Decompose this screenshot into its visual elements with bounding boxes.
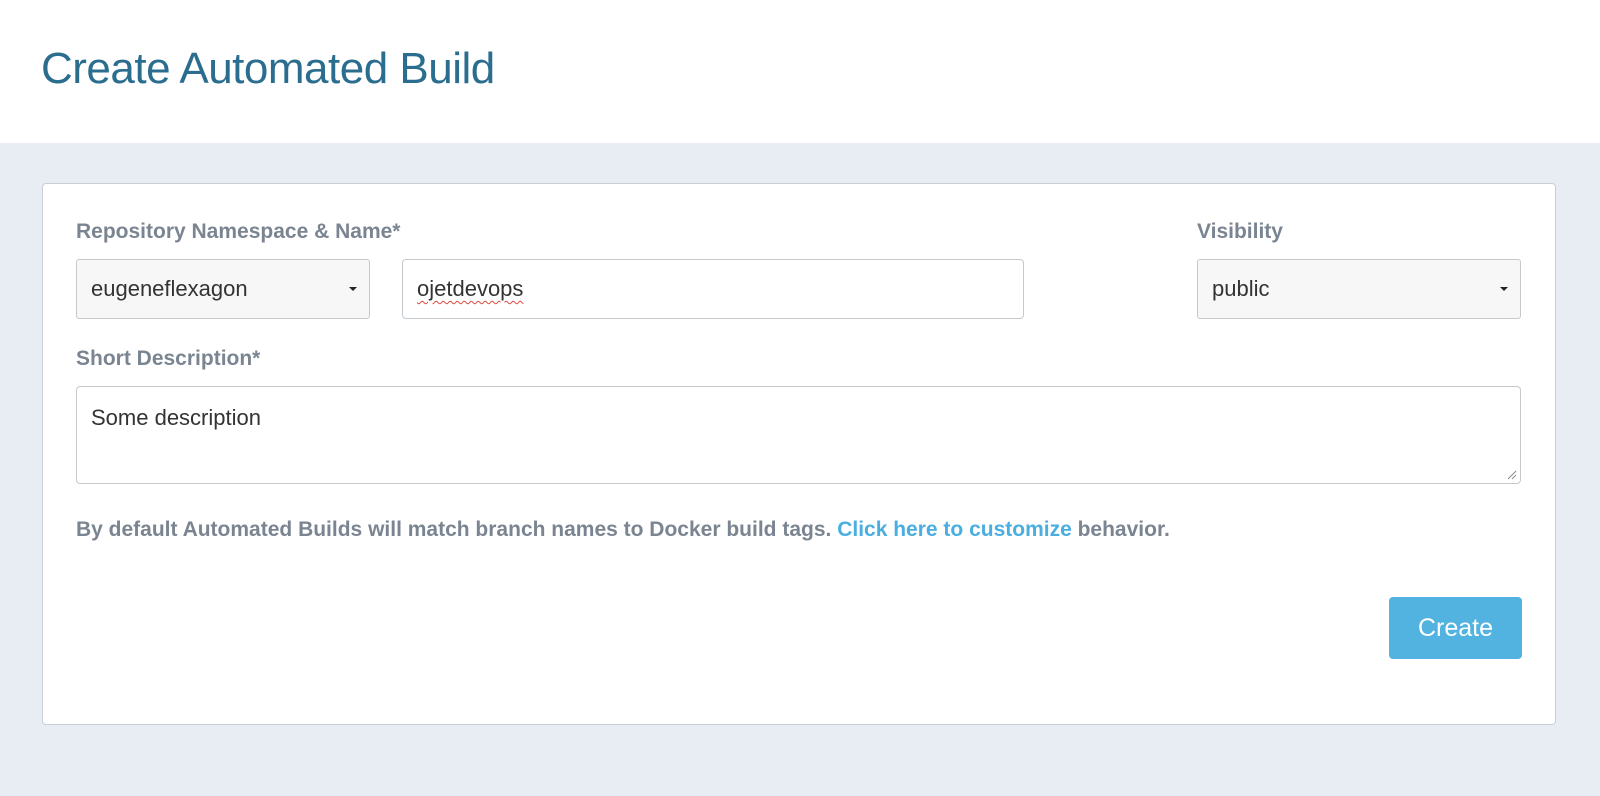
repo-name-input[interactable]: ojetdevops: [402, 259, 1024, 319]
caret-down-icon: [1500, 287, 1508, 291]
visibility-label: Visibility: [1197, 220, 1283, 243]
visibility-selected-value: public: [1212, 276, 1270, 301]
namespace-selected-value: eugeneflexagon: [91, 276, 248, 301]
short-description-value: Some description: [91, 405, 261, 430]
create-button[interactable]: Create: [1389, 597, 1522, 659]
create-build-form: Repository Namespace & Name* eugeneflexa…: [42, 183, 1556, 725]
repo-name-value: ojetdevops: [417, 276, 524, 301]
customize-help-text: By default Automated Builds will match b…: [76, 518, 1170, 542]
page-title: Create Automated Build: [41, 44, 495, 93]
visibility-select[interactable]: public: [1197, 259, 1521, 319]
repo-namespace-name-label: Repository Namespace & Name*: [76, 220, 401, 243]
short-description-textarea[interactable]: Some description: [76, 386, 1521, 484]
customize-link[interactable]: Click here to customize: [837, 518, 1072, 541]
short-description-label: Short Description*: [76, 347, 261, 370]
help-text-prefix: By default Automated Builds will match b…: [76, 518, 838, 541]
page-header: Create Automated Build: [0, 0, 1600, 143]
caret-down-icon: [349, 287, 357, 291]
help-text-suffix: behavior.: [1071, 518, 1170, 541]
namespace-select[interactable]: eugeneflexagon: [76, 259, 370, 319]
resize-grip-icon[interactable]: [1505, 468, 1517, 480]
